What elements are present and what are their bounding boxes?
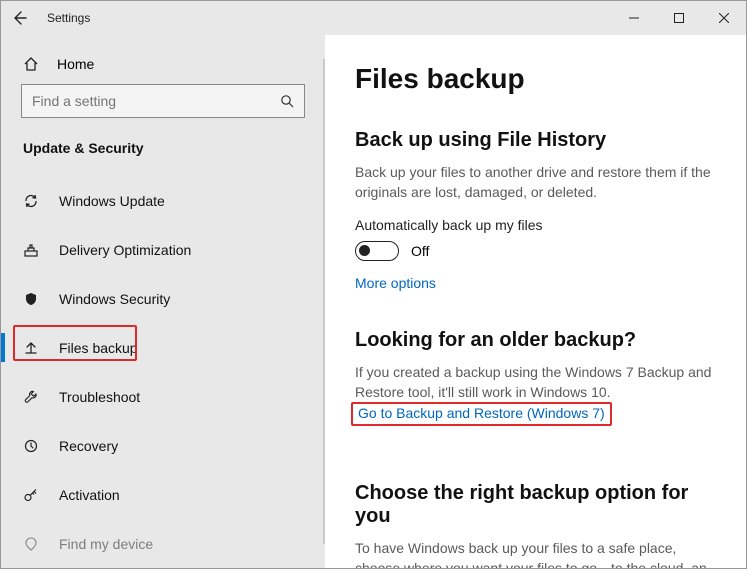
sidebar-item-files-backup[interactable]: Files backup [1,323,325,372]
minimize-button[interactable] [611,3,656,33]
sidebar-item-find-my-device[interactable]: Find my device [1,519,325,568]
toggle-label: Automatically back up my files [355,217,714,233]
more-options-link[interactable]: More options [355,275,436,291]
home-label: Home [57,56,94,72]
nav-label: Find my device [59,536,153,552]
maximize-button[interactable] [656,3,701,33]
nav-label: Recovery [59,438,118,454]
delivery-icon [23,242,45,258]
search-input[interactable] [32,93,280,109]
minimize-icon [629,13,639,23]
section-choose-backup-desc: To have Windows back up your files to a … [355,538,714,568]
sidebar-home[interactable]: Home [1,53,325,74]
nav: Windows Update Delivery Optimization Win… [1,176,325,568]
toggle-knob [359,245,370,256]
sidebar-item-troubleshoot[interactable]: Troubleshoot [1,372,325,421]
page-title: Files backup [355,63,714,95]
section-file-history-heading: Back up using File History [355,129,714,152]
maximize-icon [674,13,684,23]
backup-restore-win7-link[interactable]: Go to Backup and Restore (Windows 7) [358,405,605,421]
settings-window: Settings Home [0,0,747,569]
titlebar-left: Settings [1,10,90,26]
sync-icon [23,193,45,209]
search-icon [280,94,294,108]
window-controls [611,3,746,33]
back-button[interactable] [11,10,29,26]
section-file-history-desc: Back up your files to another drive and … [355,162,714,203]
sidebar-item-windows-update[interactable]: Windows Update [1,176,325,225]
close-button[interactable] [701,3,746,33]
toggle-row: Off [355,241,714,261]
section-choose-backup-heading: Choose the right backup option for you [355,482,714,528]
back-arrow-icon [11,10,27,26]
sidebar: Home Update & Security Windows Update [1,35,325,568]
sidebar-item-recovery[interactable]: Recovery [1,421,325,470]
key-icon [23,487,45,503]
nav-label: Activation [59,487,120,503]
nav-label: Windows Security [59,291,170,307]
wrench-icon [23,389,45,405]
window-title: Settings [47,11,90,25]
content: Files backup Back up using File History … [325,35,746,568]
category-title: Update & Security [23,140,325,156]
search-wrap [21,84,305,118]
nav-label: Windows Update [59,193,165,209]
shield-icon [23,291,45,307]
section-older-backup-desc: If you created a backup using the Window… [355,362,714,403]
location-icon [23,536,45,552]
toggle-state: Off [411,243,429,259]
sidebar-divider [323,59,325,544]
section-older-backup-heading: Looking for an older backup? [355,329,714,352]
backup-icon [23,340,45,356]
sidebar-item-delivery-optimization[interactable]: Delivery Optimization [1,225,325,274]
sidebar-item-windows-security[interactable]: Windows Security [1,274,325,323]
search-box[interactable] [21,84,305,118]
nav-label: Troubleshoot [59,389,140,405]
nav-label: Delivery Optimization [59,242,191,258]
backup-toggle[interactable] [355,241,399,261]
home-icon [23,56,45,72]
nav-label: Files backup [59,340,138,356]
body: Home Update & Security Windows Update [1,35,746,568]
titlebar: Settings [1,1,746,35]
sidebar-item-activation[interactable]: Activation [1,470,325,519]
close-icon [719,13,729,23]
recovery-icon [23,438,45,454]
